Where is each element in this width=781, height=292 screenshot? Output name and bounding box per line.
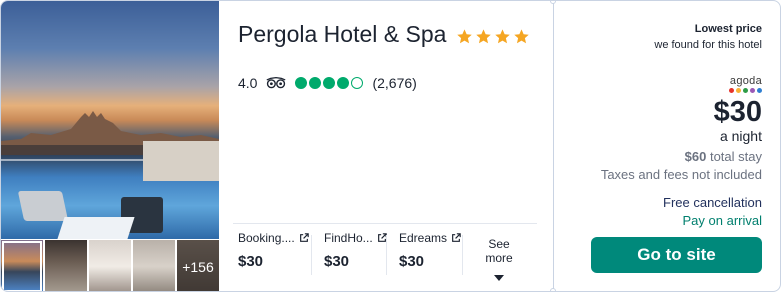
star-icon (476, 29, 491, 44)
tripadvisor-owl-icon (267, 76, 286, 89)
photo-thumbnail[interactable] (1, 240, 43, 291)
photo-thumbnail[interactable] (133, 240, 175, 291)
divider (386, 235, 387, 275)
see-more-label: See more (485, 237, 513, 265)
provider-offer[interactable]: FindHo... $30 (324, 231, 387, 277)
divider (311, 235, 312, 275)
see-more-button[interactable]: See more (473, 237, 525, 281)
total-stay: $60 total stay (685, 149, 762, 164)
lounge-chair (17, 191, 69, 221)
price-unit: a night (719, 128, 762, 144)
provider-prices: Booking.... $30 FindHo... $30 Edreams $3… (219, 231, 553, 281)
provider-offer[interactable]: Edreams $30 (399, 231, 461, 277)
taxes-note: Taxes and fees not included (600, 167, 762, 182)
rating-bubble-filled (309, 77, 322, 89)
divider (233, 223, 537, 224)
deal-panel: Lowest price we found for this hotel ago… (554, 1, 780, 291)
review-rating[interactable]: 4.0 (2,676) (238, 75, 417, 91)
chevron-down-icon (494, 275, 504, 281)
star-icon (514, 29, 529, 44)
external-link-icon (299, 233, 309, 242)
total-amount: $60 (684, 149, 707, 164)
rating-bubble-filled (295, 77, 308, 89)
external-link-icon (452, 233, 461, 242)
hotel-main-photo[interactable] (1, 1, 219, 239)
provider-name: FindHo... (324, 231, 373, 245)
review-count: (2,676) (372, 75, 417, 91)
total-label: total stay (709, 149, 762, 164)
provider-offer[interactable]: Booking.... $30 (238, 231, 309, 277)
more-photos-count: +156 (177, 240, 219, 291)
lowest-price-title: Lowest price (694, 23, 762, 35)
divider (462, 235, 463, 275)
free-cancellation: Free cancellation (663, 195, 762, 210)
provider-name: Edreams (399, 231, 448, 245)
table (57, 217, 135, 239)
photo-thumbnail[interactable] (89, 240, 131, 291)
rating-bubble-empty (351, 77, 364, 89)
star-icon (495, 29, 510, 44)
provider-name: Booking.... (238, 231, 295, 245)
rating-bubble-filled (323, 77, 336, 89)
star-rating (456, 28, 530, 45)
provider-price: $30 (238, 253, 264, 270)
hotel-name[interactable]: Pergola Hotel & Spa (238, 21, 446, 48)
go-to-site-button[interactable]: Go to site (591, 237, 762, 273)
rating-score: 4.0 (238, 75, 258, 91)
star-icon (457, 29, 472, 44)
provider-logo: agoda (729, 75, 762, 93)
rating-bubble-filled (337, 77, 350, 89)
lowest-price-subtitle: we found for this hotel (654, 39, 762, 51)
hotel-info: Pergola Hotel & Spa 4.0 (2,676) Booking.… (219, 1, 553, 291)
provider-price: $30 (399, 253, 425, 270)
hotel-building (143, 141, 219, 181)
photo-thumbnails: +156 (1, 240, 219, 291)
photo-thumbnail-more[interactable]: +156 (177, 240, 219, 291)
provider-logo-dots (729, 88, 762, 93)
pay-on-arrival: Pay on arrival (682, 213, 762, 228)
provider-price: $30 (324, 253, 350, 270)
photo-thumbnail[interactable] (45, 240, 87, 291)
provider-logo-text: agoda (729, 75, 762, 87)
hotel-result-card[interactable]: +156 Pergola Hotel & Spa 4.0 (2,676) Boo… (0, 0, 781, 292)
rating-bubbles (295, 77, 364, 89)
deal-price: $30 (713, 96, 762, 128)
